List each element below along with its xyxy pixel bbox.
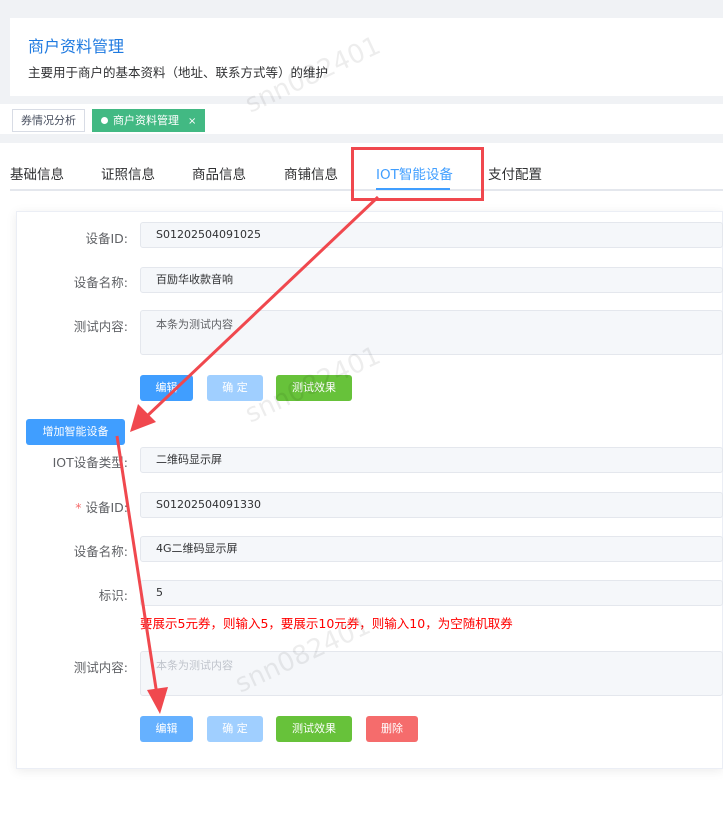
tab-product-info[interactable]: 商品信息 (192, 163, 246, 183)
tab-shop-info[interactable]: 商铺信息 (284, 163, 338, 183)
confirm-button[interactable]: 确 定 (207, 716, 263, 742)
annotation-highlight-box (351, 147, 484, 201)
edit-button[interactable]: 编辑 (140, 375, 193, 401)
device-id-label: * 设备ID: (8, 497, 128, 516)
tag-coupon-analysis[interactable]: 券情况分析 (12, 109, 85, 132)
device-id-input[interactable]: S01202504091025 (140, 222, 723, 248)
add-smart-device-button[interactable]: 增加智能设备 (26, 419, 125, 445)
edit-button[interactable]: 编辑 (140, 716, 193, 742)
mark-label: 标识: (98, 588, 128, 603)
label-text: 设备ID: (85, 500, 128, 515)
device-name-label: 设备名称: (73, 544, 128, 559)
delete-button[interactable]: 删除 (366, 716, 418, 742)
tag-label: 券情况分析 (21, 114, 76, 127)
tab-license-info[interactable]: 证照信息 (101, 163, 155, 183)
test-effect-button[interactable]: 测试效果 (276, 716, 352, 742)
required-asterisk: * (75, 500, 82, 515)
device-name-input[interactable]: 4G二维码显示屏 (140, 536, 723, 562)
test-content-textarea[interactable]: 本条为测试内容 (140, 310, 723, 355)
tag-label: 商户资料管理 (113, 114, 179, 127)
device-name-label: 设备名称: (73, 275, 128, 290)
active-dot-icon (101, 117, 108, 124)
mark-input[interactable]: 5 (140, 580, 723, 606)
page-title: 商户资料管理 (28, 37, 125, 56)
device-name-input[interactable]: 百励华收款音响 (140, 267, 723, 293)
iot-device-type-label: IOT设备类型: (52, 455, 128, 470)
device-id-input[interactable]: S01202504091330 (140, 492, 723, 518)
tab-basic-info[interactable]: 基础信息 (10, 163, 64, 183)
test-content-textarea[interactable]: 本条为测试内容 (140, 651, 723, 696)
tag-merchant-profile[interactable]: 商户资料管理 × (92, 109, 206, 132)
device-id-label: 设备ID: (85, 231, 128, 246)
test-content-label: 测试内容: (73, 660, 128, 675)
tab-payment-config[interactable]: 支付配置 (488, 163, 542, 183)
test-content-label: 测试内容: (73, 319, 128, 334)
tags-view: 券情况分析 商户资料管理 × (0, 104, 723, 134)
close-icon[interactable]: × (188, 116, 196, 127)
iot-device-type-select[interactable]: 二维码显示屏 (140, 447, 723, 473)
